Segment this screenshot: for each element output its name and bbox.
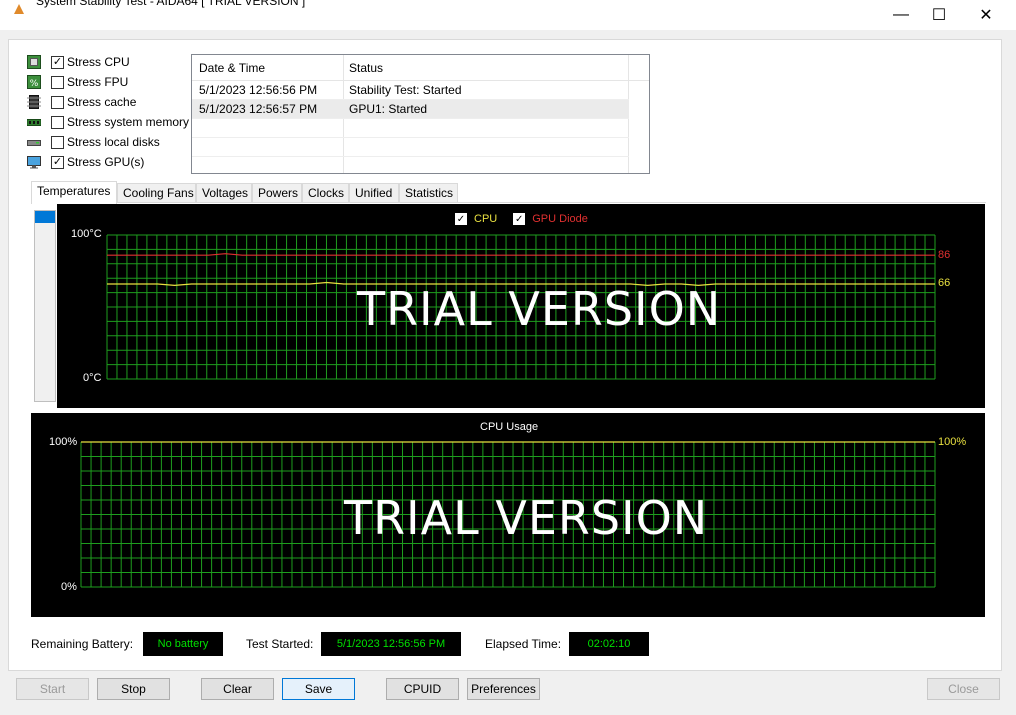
- trial-version-watermark: TRIAL VERSION: [344, 491, 709, 545]
- preferences-button[interactable]: Preferences: [467, 678, 540, 700]
- stress-memory-option[interactable]: Stress system memory: [27, 113, 189, 131]
- cpu-usage-graph: CPU Usage 100% 0% 100% TRIAL VERSION: [31, 413, 985, 617]
- log-row-datetime: 5/1/2023 12:56:56 PM: [199, 83, 318, 97]
- test-started-value: 5/1/2023 12:56:56 PM: [321, 632, 461, 656]
- tab-voltages[interactable]: Voltages: [196, 183, 252, 202]
- temperature-legend: ✓ CPU ✓ GPU Diode: [455, 213, 588, 225]
- close-button[interactable]: Close: [927, 678, 1000, 700]
- cpu-temp-value-label: 66: [938, 277, 951, 289]
- memory-module-icon: [27, 119, 41, 126]
- stress-cpu-label: Stress CPU: [67, 55, 130, 69]
- stress-fpu-option[interactable]: % Stress FPU: [27, 73, 128, 91]
- start-button[interactable]: Start: [16, 678, 89, 700]
- close-window-button[interactable]: ✕: [962, 0, 1010, 30]
- stress-disks-option[interactable]: Stress local disks: [27, 133, 160, 151]
- log-col-datetime[interactable]: Date & Time: [199, 61, 265, 75]
- stress-cpu-option[interactable]: ✓ Stress CPU: [27, 53, 130, 71]
- stress-disks-checkbox[interactable]: [51, 135, 64, 149]
- gpu-diode-value-label: 86: [938, 249, 951, 261]
- log-col-status[interactable]: Status: [349, 61, 383, 75]
- legend-cpu-label: CPU: [474, 213, 498, 225]
- stability-test-window: System Stability Test - AIDA64 [ TRIAL V…: [0, 0, 1016, 715]
- log-row[interactable]: 5/1/2023 12:56:57 PM GPU1: Started: [192, 99, 629, 119]
- battery-label: Remaining Battery:: [31, 637, 134, 651]
- sensor-select-list[interactable]: [34, 210, 56, 402]
- title-bar[interactable]: System Stability Test - AIDA64 [ TRIAL V…: [0, 0, 1016, 30]
- app-flame-icon: [14, 4, 24, 14]
- log-row[interactable]: 5/1/2023 12:56:56 PM Stability Test: Sta…: [192, 80, 629, 100]
- cpu-usage-value-label: 100%: [938, 436, 967, 448]
- test-started-label: Test Started:: [246, 637, 314, 651]
- window-title: System Stability Test - AIDA64 [ TRIAL V…: [36, 0, 306, 8]
- fpu-chip-icon: %: [27, 75, 41, 89]
- legend-gpu-diode-label: GPU Diode: [532, 213, 588, 225]
- clear-button[interactable]: Clear: [201, 678, 274, 700]
- tab-powers[interactable]: Powers: [252, 183, 302, 202]
- tab-cooling-fans[interactable]: Cooling Fans: [117, 183, 196, 202]
- legend-gpu-diode-checkbox[interactable]: ✓: [513, 213, 526, 225]
- tab-clocks[interactable]: Clocks: [302, 183, 349, 202]
- stop-button[interactable]: Stop: [97, 678, 170, 700]
- log-header: Date & Time Status: [192, 55, 649, 81]
- usage-y-max-label: 100%: [49, 436, 78, 448]
- usage-y-min-label: 0%: [61, 581, 77, 593]
- elapsed-time-label: Elapsed Time:: [485, 637, 562, 651]
- legend-cpu-checkbox[interactable]: ✓: [455, 213, 467, 225]
- event-log-list[interactable]: Date & Time Status 5/1/2023 12:56:56 PM …: [191, 54, 650, 174]
- temp-y-max-label: 100°C: [71, 228, 102, 240]
- cache-chip-icon: [27, 95, 41, 109]
- temperature-graph: ✓ CPU ✓ GPU Diode 100°C 0°C 86 66 TRIAL …: [57, 204, 985, 408]
- disk-drive-icon: [27, 140, 41, 146]
- tab-temperatures[interactable]: Temperatures: [31, 181, 117, 204]
- stress-fpu-checkbox[interactable]: [51, 75, 64, 89]
- stress-gpu-checkbox[interactable]: ✓: [51, 155, 64, 169]
- cpuid-button[interactable]: CPUID: [386, 678, 459, 700]
- stress-memory-checkbox[interactable]: [51, 115, 64, 129]
- tab-statistics[interactable]: Statistics: [399, 183, 458, 202]
- stress-cpu-checkbox[interactable]: ✓: [51, 55, 64, 69]
- stress-memory-label: Stress system memory: [67, 115, 190, 129]
- tab-unified[interactable]: Unified: [349, 183, 399, 202]
- log-row-datetime: 5/1/2023 12:56:57 PM: [199, 102, 318, 116]
- stress-cache-option[interactable]: Stress cache: [27, 93, 136, 111]
- stress-gpu-label: Stress GPU(s): [67, 155, 145, 169]
- temp-y-min-label: 0°C: [83, 372, 102, 384]
- stress-disks-label: Stress local disks: [67, 135, 160, 149]
- save-button[interactable]: Save: [282, 678, 355, 700]
- sensor-select-highlight[interactable]: [35, 211, 55, 223]
- svg-text:%: %: [30, 79, 39, 89]
- cpu-chip-icon: [27, 55, 41, 69]
- stress-cache-checkbox[interactable]: [51, 95, 64, 109]
- stress-fpu-label: Stress FPU: [67, 75, 129, 89]
- elapsed-time-value: 02:02:10: [569, 632, 649, 656]
- cpu-usage-title: CPU Usage: [480, 421, 539, 433]
- monitor-icon: [27, 156, 41, 169]
- maximize-button[interactable]: ☐: [916, 0, 962, 30]
- stress-cache-label: Stress cache: [67, 95, 137, 109]
- log-row-status: GPU1: Started: [349, 102, 428, 116]
- series-line-gpu-diode: [107, 253, 935, 256]
- log-row-status: Stability Test: Started: [349, 83, 462, 97]
- stress-gpu-option[interactable]: ✓ Stress GPU(s): [27, 153, 144, 171]
- battery-value: No battery: [143, 632, 223, 656]
- trial-version-watermark: TRIAL VERSION: [357, 282, 722, 336]
